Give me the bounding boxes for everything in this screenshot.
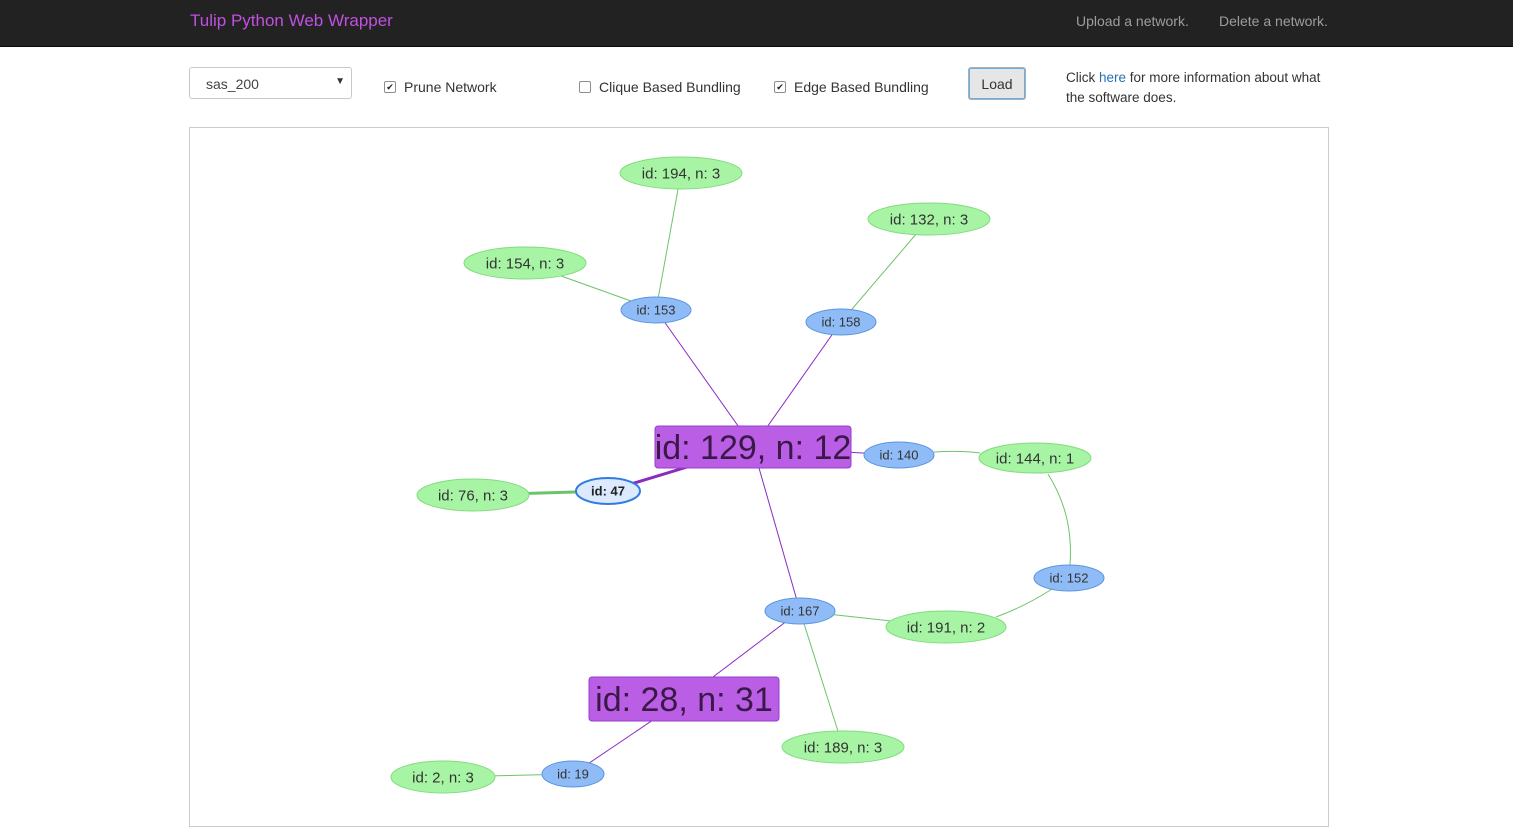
graph-node-label: id: 47 (591, 484, 625, 499)
brand-link[interactable]: Tulip Python Web Wrapper (190, 11, 393, 31)
edge-bundling-checkbox[interactable]: ✔ Edge Based Bundling (774, 78, 939, 96)
graph-edge (1047, 473, 1071, 566)
graph-node-189[interactable]: id: 189, n: 3 (781, 730, 905, 764)
edge-bundling-label: Edge Based Bundling (794, 79, 929, 95)
info-here-link[interactable]: here (1099, 70, 1126, 85)
graph-node-label: id: 76, n: 3 (438, 487, 508, 504)
graph-node-label: id: 153 (636, 303, 675, 318)
graph-node-144[interactable]: id: 144, n: 1 (978, 442, 1092, 474)
navbar: Tulip Python Web Wrapper Upload a networ… (0, 0, 1513, 47)
checkbox-box[interactable]: ✔ (384, 81, 396, 93)
info-text: Click here for more information about wh… (1066, 68, 1321, 108)
graph-node-158[interactable]: id: 158 (805, 308, 877, 336)
graph-node-194[interactable]: id: 194, n: 3 (619, 156, 743, 190)
network-graph-panel: id: 194, n: 3 id: 132, n: 3 id: 154, n: 3 i… (189, 127, 1329, 827)
graph-node-140[interactable]: id: 140 (863, 441, 935, 469)
prune-network-checkbox[interactable]: ✔ Prune Network (384, 78, 514, 96)
graph-node-132[interactable]: id: 132, n: 3 (867, 202, 991, 236)
graph-node-label: id: 167 (780, 604, 819, 619)
graph-node-152[interactable]: id: 152 (1033, 564, 1105, 592)
graph-node-label: id: 2, n: 3 (412, 769, 474, 786)
graph-node-label: id: 154, n: 3 (486, 255, 564, 272)
graph-node-label: id: 152 (1049, 571, 1088, 586)
load-button[interactable]: Load (968, 67, 1026, 100)
info-prefix: Click (1066, 70, 1099, 85)
graph-node-label: id: 132, n: 3 (890, 211, 968, 228)
upload-network-link[interactable]: Upload a network. (1076, 13, 1189, 29)
graph-edge (799, 610, 844, 748)
graph-node-label: id: 194, n: 3 (642, 165, 720, 182)
graph-node-label: id: 158 (821, 315, 860, 330)
graph-node-47[interactable]: id: 47 (575, 477, 641, 505)
network-select-value: sas_200 (206, 76, 259, 92)
network-select[interactable]: sas_200 ▼ (189, 67, 352, 99)
graph-node-153[interactable]: id: 153 (620, 296, 692, 324)
graph-edge (752, 446, 801, 612)
graph-node-191[interactable]: id: 191, n: 2 (885, 610, 1007, 644)
graph-node-19[interactable]: id: 19 (541, 760, 605, 788)
graph-node-154[interactable]: id: 154, n: 3 (463, 246, 587, 280)
graph-node-label: id: 144, n: 1 (996, 450, 1074, 467)
graph-node-28[interactable]: id: 28, n: 31 (588, 676, 780, 722)
graph-node-129[interactable]: id: 129, n: 12 (654, 425, 852, 469)
clique-bundling-label: Clique Based Bundling (599, 79, 741, 95)
checkbox-box[interactable] (579, 81, 591, 93)
graph-node-2[interactable]: id: 2, n: 3 (390, 760, 496, 794)
prune-network-label: Prune Network (404, 79, 497, 95)
graph-node-label: id: 129, n: 12 (655, 429, 852, 467)
checkbox-box[interactable]: ✔ (774, 81, 786, 93)
graph-node-label: id: 189, n: 3 (804, 739, 882, 756)
delete-network-link[interactable]: Delete a network. (1219, 13, 1328, 29)
graph-edge (995, 588, 1053, 618)
clique-bundling-checkbox[interactable]: Clique Based Bundling (579, 78, 749, 96)
graph-node-label: id: 19 (557, 767, 589, 782)
graph-edge (933, 450, 981, 454)
graph-node-167[interactable]: id: 167 (764, 597, 836, 625)
graph-node-label: id: 28, n: 31 (595, 681, 773, 719)
network-graph[interactable]: id: 194, n: 3 id: 132, n: 3 id: 154, n: 3 i… (190, 128, 1328, 826)
graph-node-label: id: 140 (879, 448, 918, 463)
controls-bar: sas_200 ▼ ✔ Prune Network Clique Based B… (0, 47, 1513, 127)
graph-node-76[interactable]: id: 76, n: 3 (416, 478, 530, 512)
chevron-down-icon: ▼ (335, 76, 345, 87)
graph-node-label: id: 191, n: 2 (907, 619, 985, 636)
graph-edge (655, 172, 682, 311)
